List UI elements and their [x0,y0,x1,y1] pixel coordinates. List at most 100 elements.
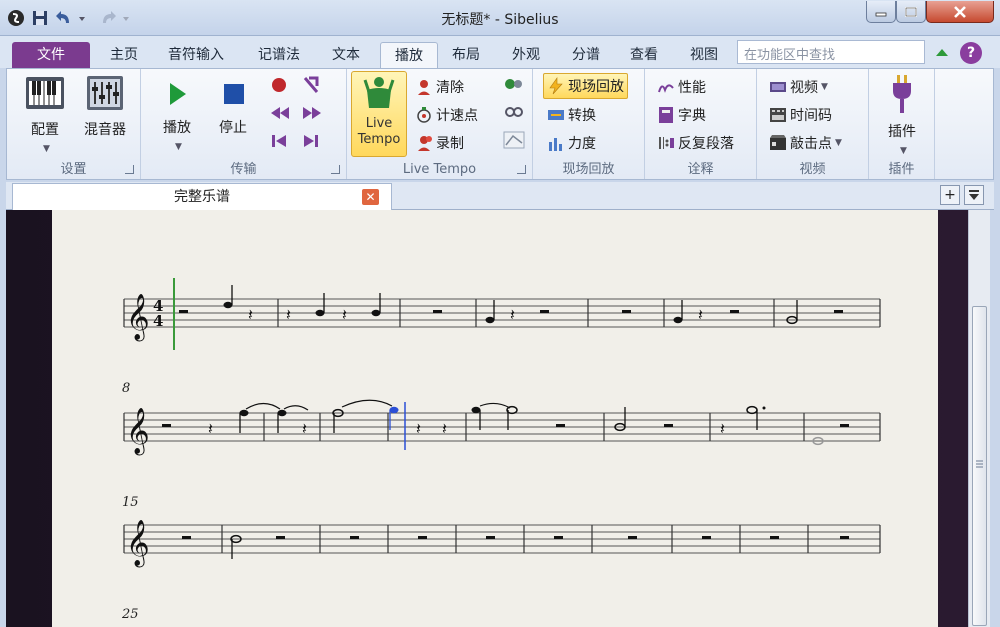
play-dropdown-icon: ▼ [175,142,182,152]
collapse-ribbon-icon[interactable] [934,45,950,63]
tab-review[interactable]: 查看 [616,42,672,68]
repeats-button[interactable]: 反复段落 [657,131,734,155]
tap-points-label: 计速点 [436,108,478,124]
velocity-icon [547,134,565,152]
timecode-label: 时间码 [790,108,832,124]
group-interpretation-label: 诠释 [687,162,714,177]
tempo-link-icon[interactable] [503,103,525,125]
tab-parts[interactable]: 分谱 [558,42,614,68]
hit-points-label: 敲击点 [790,136,832,152]
play-button[interactable]: 播放 ▼ [149,77,205,153]
velocity-label: 力度 [568,136,596,152]
document-tab-bar: 完整乐谱 ✕ + [6,182,994,210]
stop-button[interactable]: 停止 [205,77,261,137]
stop-icon [218,84,248,115]
score-notation[interactable]: 𝄞 4 4 𝄽 𝄽 𝄽 𝄽 𝄽 8 𝄞 𝄽 𝄽 𝄽 𝄽 𝄽 15 𝄞 25 [52,210,938,627]
tab-home[interactable]: 主页 [96,42,152,68]
hit-points-button[interactable]: 敲击点 ▼ [769,131,842,155]
config-dropdown-icon: ▼ [43,144,50,154]
tab-note-input[interactable]: 音符输入 [154,42,238,68]
svg-text:4: 4 [153,312,163,330]
plugins-label: 插件 [888,124,916,140]
tab-list-icon[interactable] [964,185,984,205]
video-dropdown-icon: ▼ [821,82,828,92]
repeats-label: 反复段落 [678,136,734,152]
repeats-icon [657,134,675,152]
transport-dialog-launcher-icon[interactable] [331,165,340,174]
timecode-icon [769,106,787,124]
go-to-end-icon[interactable] [301,131,321,155]
tab-play[interactable]: 播放 [380,42,438,68]
help-icon[interactable]: ? [960,42,982,64]
tempo-curve-icon[interactable] [503,131,525,153]
svg-text:𝄞: 𝄞 [126,520,150,568]
fast-forward-icon[interactable] [301,103,323,127]
close-window-button[interactable] [926,1,994,23]
tap-points-icon [415,106,433,124]
tab-layout[interactable]: 布局 [438,42,494,68]
plugins-button[interactable]: 插件 ▼ [877,73,927,157]
record-tempo-button[interactable]: 录制 [415,131,464,155]
timecode-button[interactable]: 时间码 [769,103,832,127]
move-playline-icon[interactable] [301,75,321,99]
close-document-icon[interactable]: ✕ [362,189,379,205]
plugins-dropdown-icon: ▼ [900,146,907,156]
lightning-icon [547,77,565,95]
clear-icon [415,78,433,96]
video-button[interactable]: 视频 ▼ [769,75,828,99]
convert-icon [547,106,565,124]
performance-button[interactable]: 性能 [657,75,706,99]
live-tempo-label-1: Live [365,116,393,131]
ribbon-search-input[interactable]: 在功能区中查找 [737,40,925,64]
tab-appearance[interactable]: 外观 [498,42,554,68]
svg-text:𝄽: 𝄽 [286,305,291,324]
setup-dialog-launcher-icon[interactable] [125,165,134,174]
vertical-scrollbar[interactable] [968,210,990,627]
live-tempo-dialog-launcher-icon[interactable] [517,165,526,174]
tab-notations[interactable]: 记谱法 [244,42,314,68]
svg-text:𝄽: 𝄽 [302,419,307,438]
tempo-options-icon[interactable] [503,75,525,97]
hit-points-icon [769,134,787,152]
maximize-button[interactable] [896,1,926,23]
live-playback-toggle[interactable]: 现场回放 [543,73,628,99]
mixer-button[interactable]: 混音器 [77,73,133,139]
svg-text:𝄽: 𝄽 [510,305,515,324]
tab-view[interactable]: 视图 [676,42,732,68]
system-number-8: 8 [122,381,130,396]
record-icon[interactable] [269,75,289,99]
ribbon-panel: 配置 ▼ 混音器 设置 播放 ▼ 停止 传输 Live Tempo 清除 计速点… [6,68,994,180]
dictionary-icon [657,106,675,124]
minimize-button[interactable] [866,1,896,23]
window-title: 无标题* - Sibelius [441,12,559,28]
score-page[interactable]: 𝄞 4 4 𝄽 𝄽 𝄽 𝄽 𝄽 8 𝄞 𝄽 𝄽 𝄽 𝄽 𝄽 15 𝄞 25 [52,210,938,627]
live-playback-label: 现场回放 [568,79,624,95]
group-plugins-label: 插件 [888,162,915,177]
scrollbar-thumb[interactable] [972,306,987,626]
clear-button[interactable]: 清除 [415,75,464,99]
mixer-label: 混音器 [84,122,126,138]
video-icon [769,78,787,96]
document-tab-full-score[interactable]: 完整乐谱 ✕ [12,183,392,210]
video-label: 视频 [790,80,818,96]
live-tempo-label-2: Tempo [357,132,401,147]
stop-label: 停止 [219,120,247,136]
clear-label: 清除 [436,80,464,96]
rewind-icon[interactable] [269,103,291,127]
go-to-start-icon[interactable] [269,131,289,155]
keyboard-icon [24,77,66,117]
config-button[interactable]: 配置 ▼ [17,73,73,155]
convert-button[interactable]: 转换 [547,103,596,127]
dictionary-button[interactable]: 字典 [657,103,706,127]
group-interpretation: 性能 字典 反复段落 诠释 [645,69,757,179]
tab-text[interactable]: 文本 [318,42,374,68]
group-plugins: 插件 ▼ 插件 [869,69,935,179]
live-tempo-button[interactable]: Live Tempo [351,71,407,157]
svg-text:𝄽: 𝄽 [342,305,347,324]
record-tempo-icon [415,134,433,152]
tab-file[interactable]: 文件 [12,42,90,68]
tap-points-button[interactable]: 计速点 [415,103,478,127]
velocity-button[interactable]: 力度 [547,131,596,155]
svg-text:𝄽: 𝄽 [248,305,253,324]
new-tab-icon[interactable]: + [940,185,960,205]
